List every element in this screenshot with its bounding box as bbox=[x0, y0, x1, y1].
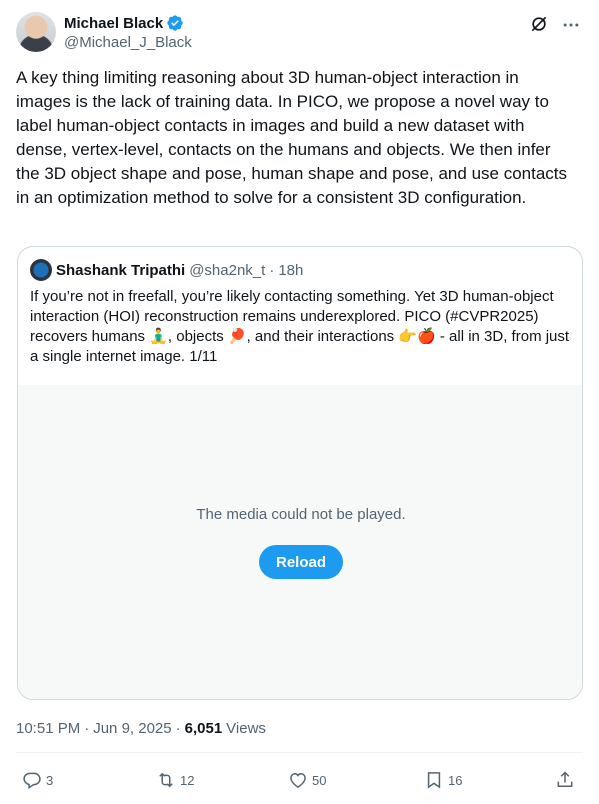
tweet-text: A key thing limiting reasoning about 3D … bbox=[16, 68, 568, 207]
more-icon[interactable] bbox=[561, 15, 581, 35]
views-count: 6,051 bbox=[184, 720, 223, 737]
grok-icon[interactable] bbox=[529, 14, 549, 34]
tweet-date[interactable]: Jun 9, 2025 bbox=[93, 720, 171, 737]
bookmark-icon bbox=[427, 772, 441, 789]
action-bar: 3 12 50 16 bbox=[16, 766, 583, 794]
author-name-row: Michael Black bbox=[64, 13, 192, 33]
divider bbox=[16, 752, 583, 753]
quote-time: 18h bbox=[278, 261, 304, 279]
reply-count: 3 bbox=[46, 772, 54, 788]
media-player: The media could not be played. Reload bbox=[18, 385, 582, 699]
reply-icon bbox=[23, 772, 41, 789]
reply-button[interactable]: 3 bbox=[22, 766, 53, 794]
share-button[interactable] bbox=[555, 766, 575, 794]
share-icon bbox=[557, 771, 573, 787]
views-label: Views bbox=[226, 720, 266, 737]
quote-separator: · bbox=[269, 261, 275, 279]
meta-separator: · bbox=[84, 720, 90, 737]
verified-badge-icon bbox=[167, 15, 183, 31]
author-block: Michael Black @Michael_J_Black bbox=[64, 13, 192, 52]
bookmark-count: 16 bbox=[448, 772, 463, 788]
tweet-time[interactable]: 10:51 PM bbox=[16, 720, 80, 737]
quote-author-name: Shashank Tripathi bbox=[56, 261, 186, 279]
like-button[interactable]: 50 bbox=[288, 766, 326, 794]
tweet-meta: 10:51 PM · Jun 9, 2025 · 6,051 Views bbox=[16, 720, 266, 737]
quote-header: Shashank Tripathi @sha2nk_t · 18h bbox=[30, 259, 304, 281]
like-icon bbox=[290, 772, 306, 788]
avatar[interactable] bbox=[16, 12, 56, 52]
like-count: 50 bbox=[312, 772, 327, 788]
repost-icon bbox=[159, 772, 173, 788]
repost-count: 12 bbox=[180, 772, 195, 788]
meta-separator: · bbox=[175, 720, 181, 737]
media-error-message: The media could not be played. bbox=[196, 506, 406, 523]
quote-author-handle: @sha2nk_t bbox=[189, 261, 266, 279]
author-name[interactable]: Michael Black bbox=[64, 15, 163, 32]
quoted-tweet[interactable]: Shashank Tripathi @sha2nk_t · 18h If you… bbox=[17, 246, 583, 700]
author-handle[interactable]: @Michael_J_Black bbox=[64, 34, 192, 51]
repost-button[interactable]: 12 bbox=[156, 766, 194, 794]
quote-avatar bbox=[30, 259, 52, 281]
reload-button[interactable]: Reload bbox=[259, 545, 343, 579]
quote-text: If you’re not in freefall, you’re likely… bbox=[30, 288, 570, 365]
tweet-header: Michael Black @Michael_J_Black bbox=[16, 12, 583, 56]
bookmark-button[interactable]: 16 bbox=[424, 766, 462, 794]
